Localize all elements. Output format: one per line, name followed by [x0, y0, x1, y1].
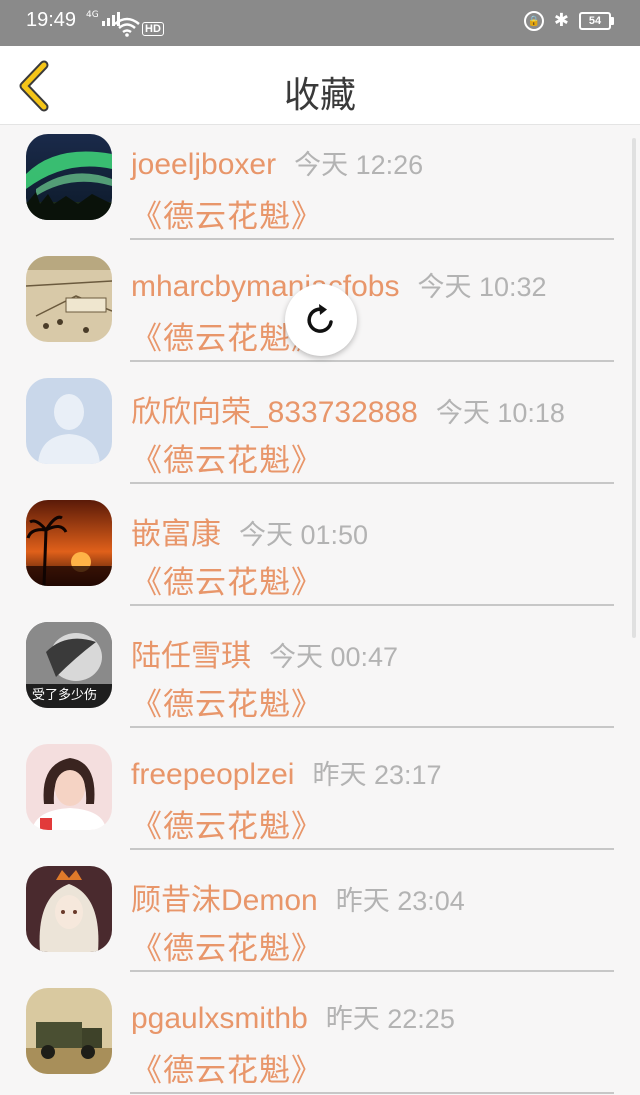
avatar[interactable] [26, 988, 112, 1074]
book-title[interactable]: 《德云花魁》 [131, 679, 323, 724]
avatar[interactable] [26, 866, 112, 952]
divider [130, 482, 614, 484]
divider [130, 1092, 614, 1094]
list-item[interactable]: 嵌富康 今天 01:50 《德云花魁》 [0, 491, 640, 613]
sketch-map-avatar [26, 256, 112, 342]
default-silhouette-avatar [26, 378, 112, 464]
book-title[interactable]: 《德云花魁》 [131, 801, 323, 846]
book-title[interactable]: 《德云花魁》 [131, 191, 323, 236]
aurora-landscape-avatar [26, 134, 112, 220]
battery-level: 54 [579, 12, 611, 30]
divider [130, 360, 614, 362]
avatar[interactable] [26, 500, 112, 586]
book-title[interactable]: 《德云花魁》 [131, 1045, 323, 1090]
book-title[interactable]: 《德云花魁》 [131, 557, 323, 602]
title-bar: 收藏 [0, 46, 640, 125]
timestamp: 今天 12:26 [294, 150, 424, 180]
network-type-label: 4G [86, 10, 99, 20]
book-title[interactable]: 《德云花魁》 [131, 923, 323, 968]
list-item[interactable]: 欣欣向荣_833732888 今天 10:18 《德云花魁》 [0, 369, 640, 491]
divider [130, 726, 614, 728]
avatar-caption: 受了多少伤 [32, 688, 98, 703]
list-item[interactable]: joeeljboxer 今天 12:26 《德云花魁》 [0, 125, 640, 247]
refresh-icon [307, 304, 333, 333]
timestamp: 今天 10:32 [417, 272, 547, 302]
list-item[interactable]: freepeoplzei 昨天 23:17 《德云花魁》 [0, 735, 640, 857]
divider [130, 848, 614, 850]
lock-icon: 🔒 [523, 11, 544, 31]
username[interactable]: 嵌富康 [131, 509, 221, 553]
divider [130, 604, 614, 606]
divider [130, 238, 614, 240]
username[interactable]: 顾昔沫Demon [131, 875, 318, 919]
avatar[interactable] [26, 134, 112, 220]
avatar[interactable] [26, 744, 112, 830]
avatar[interactable]: 受了多少伤 [26, 622, 112, 708]
battery-icon: 54 [579, 12, 614, 30]
timestamp: 今天 00:47 [269, 642, 399, 672]
status-time: 19:49 [26, 9, 77, 31]
status-bar: 19:49 4G HD 🔒 ✱ 54 [0, 0, 640, 46]
username[interactable]: 陆任雪琪 [131, 631, 251, 675]
sunset-palm-avatar [26, 500, 112, 586]
favorites-list: joeeljboxer 今天 12:26 《德云花魁》 mharcbymania… [0, 125, 640, 1095]
wifi-icon [114, 17, 140, 37]
scrollbar[interactable] [632, 138, 636, 638]
timestamp: 今天 01:50 [239, 520, 369, 550]
username[interactable]: mharcbymaniacfobs [131, 270, 399, 304]
refresh-indicator [285, 284, 357, 356]
hd-voice-icon: HD [142, 22, 164, 36]
list-item[interactable]: pgaulxsmithb 昨天 22:25 《德云花魁》 [0, 979, 640, 1095]
username[interactable]: pgaulxsmithb [131, 1002, 308, 1036]
username[interactable]: 欣欣向荣_833732888 [131, 387, 418, 431]
username[interactable]: joeeljboxer [131, 148, 276, 182]
avatar[interactable] [26, 378, 112, 464]
list-item[interactable]: 受了多少伤 陆任雪琪 今天 00:47 《德云花魁》 [0, 613, 640, 735]
timestamp: 今天 10:18 [435, 398, 565, 428]
timestamp: 昨天 23:04 [335, 886, 465, 916]
page-title: 收藏 [283, 75, 356, 116]
divider [130, 970, 614, 972]
timestamp: 昨天 23:17 [312, 760, 442, 790]
book-title[interactable]: 《德云花魁》 [131, 435, 323, 480]
timestamp: 昨天 22:25 [325, 1004, 455, 1034]
bluetooth-icon: ✱ [553, 10, 569, 31]
girl-photo-avatar [26, 744, 112, 830]
username[interactable]: freepeoplzei [131, 758, 294, 792]
anime-girl-avatar [26, 866, 112, 952]
military-truck-avatar [26, 988, 112, 1074]
list-item[interactable]: 顾昔沫Demon 昨天 23:04 《德云花魁》 [0, 857, 640, 979]
avatar[interactable] [26, 256, 112, 342]
